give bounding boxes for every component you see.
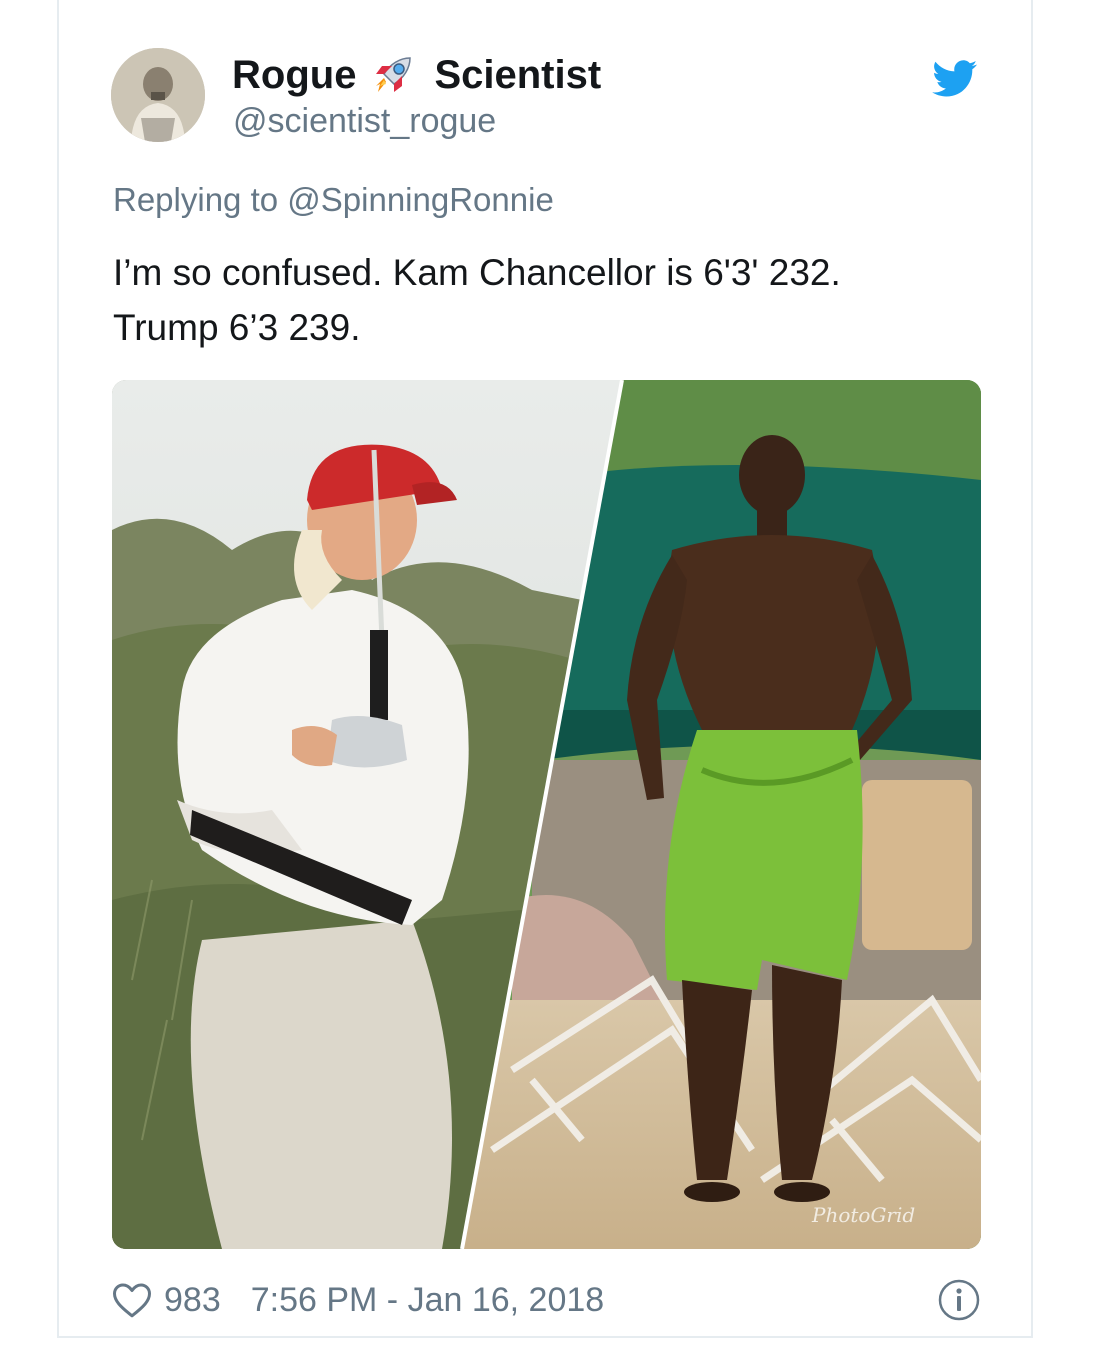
replying-to: Replying to @SpinningRonnie bbox=[113, 181, 554, 219]
twitter-bird-icon[interactable] bbox=[932, 60, 978, 98]
heart-icon[interactable] bbox=[112, 1281, 152, 1319]
reply-prefix: Replying to bbox=[113, 181, 279, 218]
like-count[interactable]: 983 bbox=[164, 1281, 221, 1320]
tweet-photo[interactable]: PhotoGrid bbox=[112, 380, 981, 1249]
tweet-text-line-1: I’m so confused. Kam Chancellor is 6'3' … bbox=[113, 252, 841, 293]
avatar-photo bbox=[111, 48, 205, 142]
avatar[interactable] bbox=[111, 48, 205, 142]
photo-watermark: PhotoGrid bbox=[811, 1203, 915, 1227]
user-handle[interactable]: @scientist_rogue bbox=[233, 102, 496, 141]
timestamp[interactable]: 7:56 PM - Jan 16, 2018 bbox=[251, 1281, 604, 1320]
reply-mention-link[interactable]: @SpinningRonnie bbox=[287, 181, 554, 218]
display-name-first: Rogue bbox=[232, 52, 357, 97]
tweet-text-line-2: Trump 6’3 239. bbox=[113, 307, 361, 348]
photo-collage: PhotoGrid bbox=[112, 380, 981, 1249]
display-name[interactable]: Rogue Scientist bbox=[232, 52, 601, 98]
tweet-text: I’m so confused. Kam Chancellor is 6'3' … bbox=[113, 245, 993, 355]
tweet-footer: 983 7:56 PM - Jan 16, 2018 bbox=[112, 1276, 980, 1324]
display-name-second: Scientist bbox=[434, 52, 602, 97]
info-icon[interactable] bbox=[938, 1279, 980, 1321]
rocket-icon bbox=[370, 52, 416, 98]
